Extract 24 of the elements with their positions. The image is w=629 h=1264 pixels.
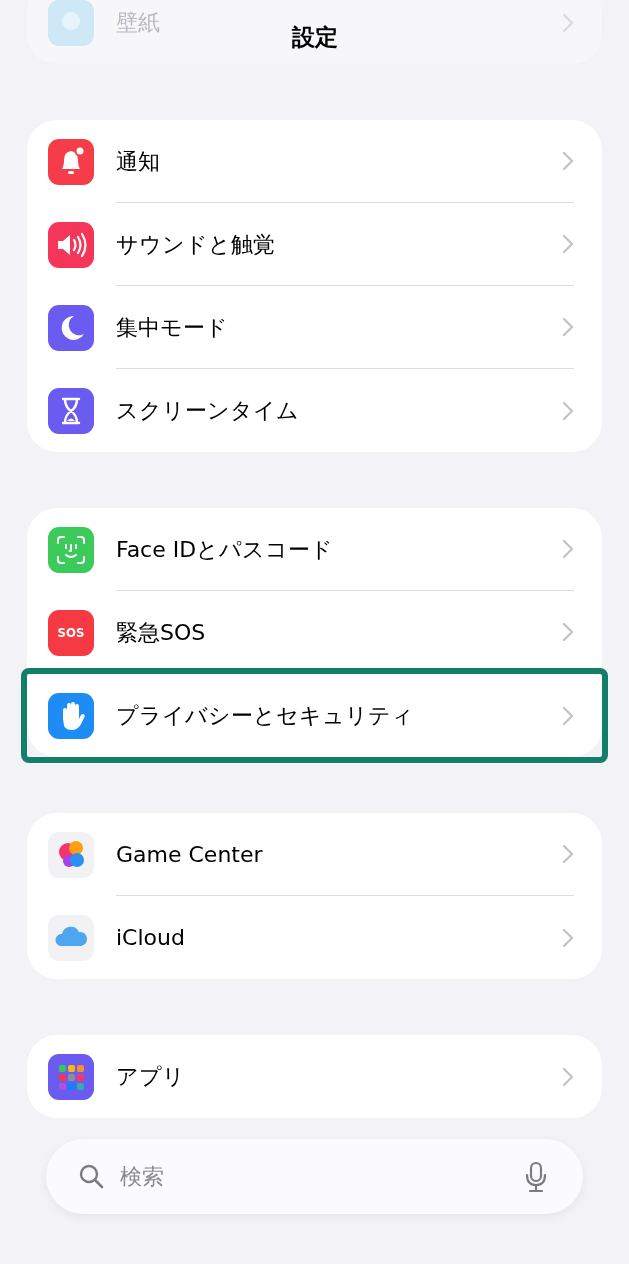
row-label: プライバシーとセキュリティ <box>116 702 415 730</box>
search-field[interactable]: 検索 <box>46 1139 583 1214</box>
row-label: 壁紙 <box>116 9 160 37</box>
sos-icon: SOS <box>48 609 94 656</box>
row-label: アプリ <box>116 1063 186 1091</box>
settings-row[interactable]: プライバシーとセキュリティ <box>27 674 602 757</box>
settings-row[interactable]: 集中モード <box>27 286 602 369</box>
settings-row[interactable]: 通知 <box>27 120 602 203</box>
settings-row[interactable]: iCloud <box>27 896 602 979</box>
row-label: スクリーンタイム <box>116 397 300 425</box>
row-label: Game Center <box>116 840 264 869</box>
row-label: 通知 <box>116 147 161 176</box>
page-title: 設定 <box>291 23 338 52</box>
row-label: サウンドと触覚 <box>116 230 276 259</box>
settings-row[interactable]: Game Center <box>27 813 602 896</box>
settings-row[interactable]: Face IDとパスコード <box>27 508 602 591</box>
settings-row[interactable]: スクリーンタイム <box>27 369 602 452</box>
row-label: 集中モード <box>116 313 229 342</box>
row-label: Face IDとパスコード <box>116 535 335 564</box>
row-label: iCloud <box>116 924 186 952</box>
settings-row[interactable]: アプリ <box>27 1035 602 1118</box>
row-label: 緊急SOS <box>116 618 207 647</box>
settings-row[interactable]: SOS 緊急SOS <box>27 591 602 674</box>
settings-row[interactable]: サウンドと触覚 <box>27 203 602 286</box>
